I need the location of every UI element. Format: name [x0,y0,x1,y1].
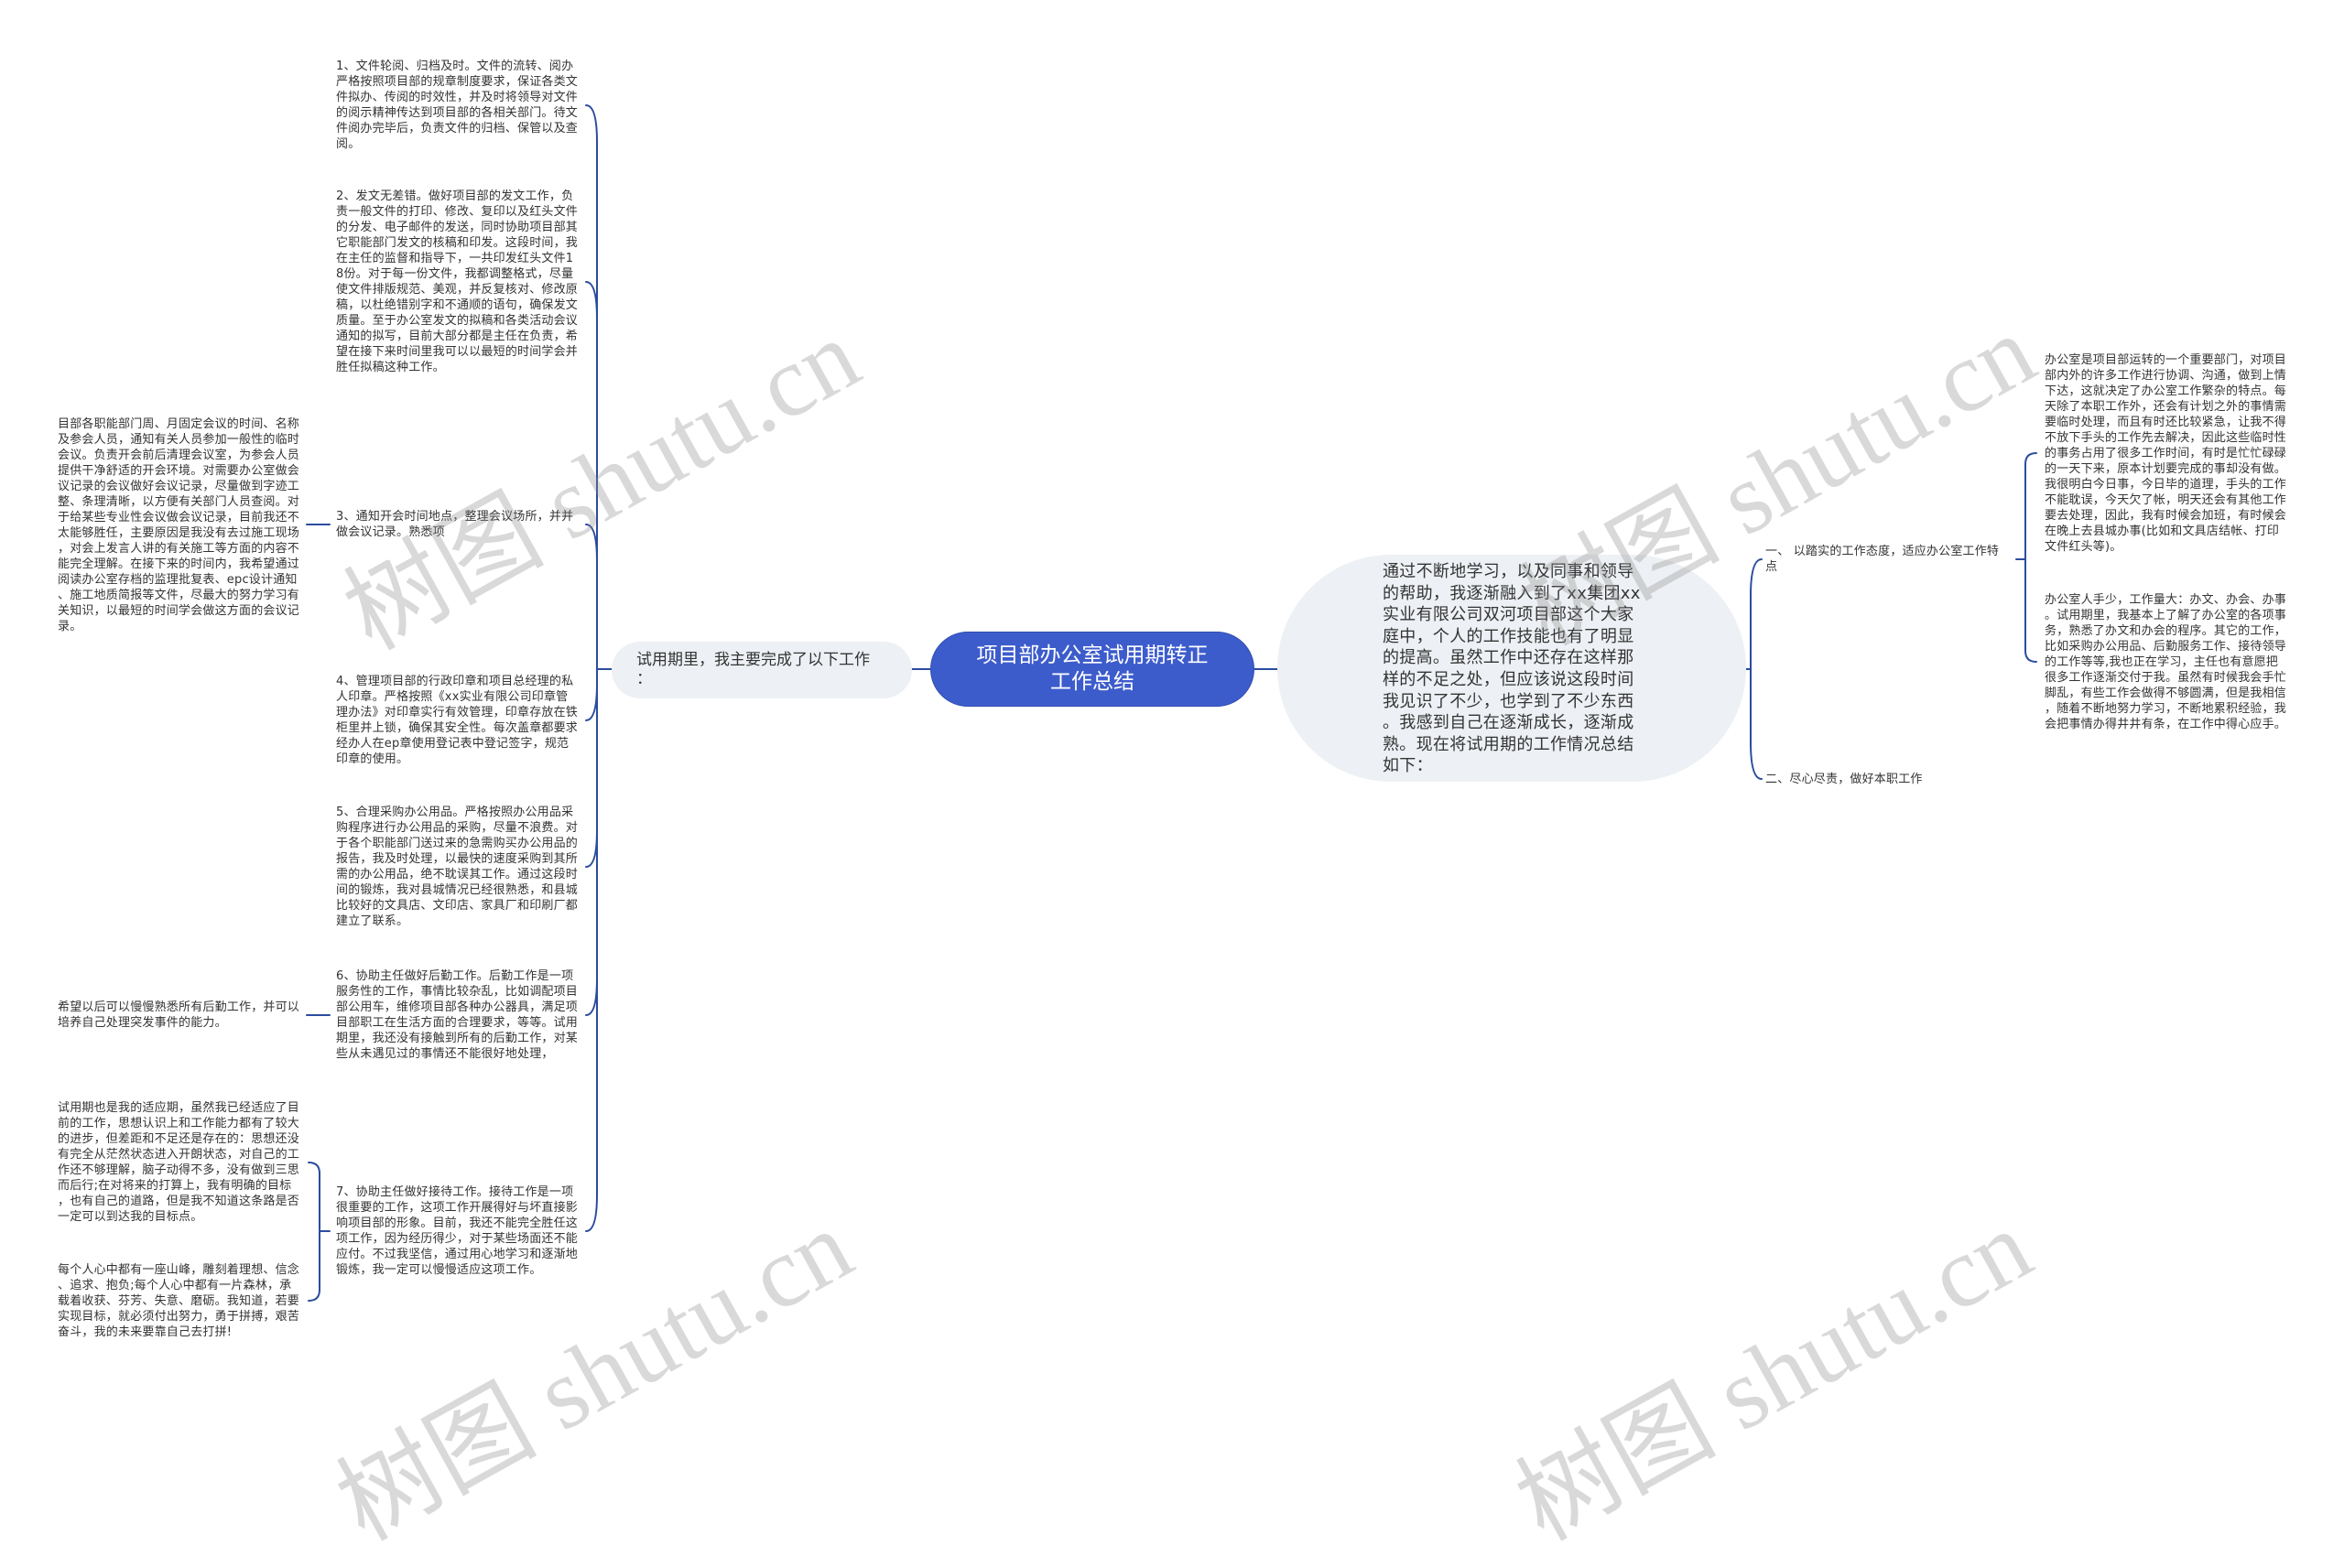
connector-right-branch-to-item-1 [1745,558,1763,670]
connector-right-item-1-brace [2024,452,2037,663]
right-item-1-leaf-1[interactable]: 办公室是项目部运转的一个重要部门，对项目 部内外的许多工作进行协调、沟通，做到上… [2045,352,2286,555]
root-node[interactable]: 项目部办公室试用期转正 工作总结 [930,632,1254,707]
left-item-2[interactable]: 2、发文无差错。做好项目部的发文工作，负 责一般文件的打印、修改、复印以及红头文… [336,189,578,375]
right-item-1-leaf-2[interactable]: 办公室人手少，工作量大：办文、办会、办事 。试用期里，我基本上了解了办公室的各项… [2045,592,2286,732]
left-item-6-leaf-1[interactable]: 希望以后可以慢慢熟悉所有后勤工作，并可以 培养自己处理突发事件的能力。 [58,1000,299,1031]
left-item-6[interactable]: 6、协助主任做好后勤工作。后勤工作是一项 服务性的工作，事情比较杂乱，比如调配项… [336,968,578,1062]
left-item-5[interactable]: 5、合理采购办公用品。严格按照办公用品采 购程序进行办公用品的采购，尽量不浪费。… [336,805,578,929]
connector-right-branch-to-item-2 [1745,668,1763,780]
root-node-label: 项目部办公室试用期转正 工作总结 [976,643,1209,694]
connector-left-branch-to-item-6 [585,668,613,1016]
right-item-2[interactable]: 二、尽心尽责，做好本职工作 [1765,772,1923,787]
left-item-4[interactable]: 4、管理项目部的行政印章和项目总经理的私 人印章。严格按照《xx实业有限公司印章… [336,674,578,767]
left-item-3-leaf-1[interactable]: 目部各职能部门周、月固定会议的时间、名称 及参会人员，通知有关人员参加一般性的临… [58,416,299,634]
connector-left-branch-to-item-1 [585,104,613,670]
connector-left-branch-to-item-2 [585,281,613,670]
right-branch-label: 通过不断地学习，以及同事和领导 的帮助，我逐渐融入到了xx集团xx 实业有限公司… [1383,562,1641,776]
left-branch-label: 试用期里，我主要完成了以下工作 ： [636,651,870,688]
connector-left-branch-to-item-4 [585,668,613,721]
left-branch-node[interactable]: 试用期里，我主要完成了以下工作 ： [612,642,912,698]
right-branch-node[interactable]: 通过不断地学习，以及同事和领导 的帮助，我逐渐融入到了xx集团xx 实业有限公司… [1277,555,1746,782]
left-item-7-leaf-2[interactable]: 每个人心中都有一座山峰，雕刻着理想、信念 、追求、抱负;每个人心中都有一片森林，… [58,1262,299,1340]
left-item-7-leaf-1[interactable]: 试用期也是我的适应期，虽然我已经适应了目 前的工作，思想认识上和工作能力都有了较… [58,1100,299,1225]
connector-item-7-brace [308,1162,320,1302]
left-item-3[interactable]: 3、通知开会时间地点，整理会议场所，并并 做会议记录。熟悉项 [336,509,573,540]
left-item-1[interactable]: 1、文件轮阅、归档及时。文件的流转、阅办 严格按照项目部的规章制度要求，保证各类… [336,59,578,152]
left-item-7[interactable]: 7、协助主任做好接待工作。接待工作是一项 很重要的工作，这项工作开展得好与坏直接… [336,1184,578,1278]
connector-left-branch-to-item-3 [585,524,613,670]
connector-left-branch-to-item-5 [585,668,613,868]
right-item-1[interactable]: 一、 以踏实的工作态度，适应办公室工作特 点 [1765,544,1999,575]
connector-left-branch-to-item-7 [585,668,613,1232]
